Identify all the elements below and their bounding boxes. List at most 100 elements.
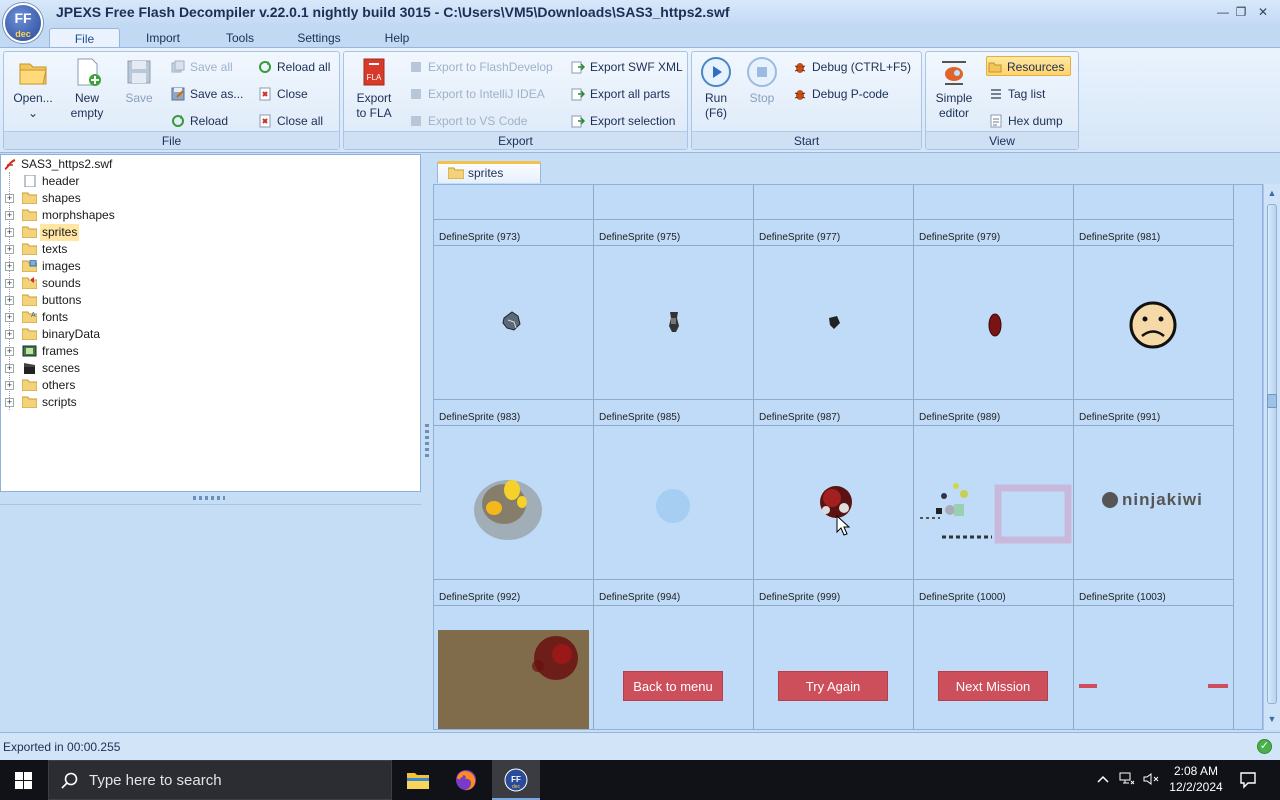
- restore-button[interactable]: ❐: [1232, 4, 1250, 20]
- sprite-cell[interactable]: [594, 185, 754, 220]
- reload-all-button[interactable]: Reload all: [257, 57, 330, 77]
- tree-item-fonts[interactable]: + A fonts: [1, 309, 420, 326]
- export-all-parts-button[interactable]: Export all parts: [570, 84, 670, 104]
- sprite-cell[interactable]: [754, 185, 914, 220]
- simple-editor-button[interactable]: Simple editor: [930, 56, 978, 121]
- sprite-grid[interactable]: DefineSprite (973) DefineSprite (975) De…: [433, 184, 1263, 730]
- start-button[interactable]: [0, 760, 48, 800]
- volume-icon[interactable]: [1140, 760, 1162, 800]
- ffdec-taskbar-button[interactable]: FF dec: [492, 760, 540, 800]
- close-button[interactable]: Close: [257, 84, 308, 104]
- tab-import[interactable]: Import: [135, 28, 191, 48]
- taskbar-search[interactable]: Type here to search: [48, 760, 392, 800]
- expand-icon[interactable]: +: [5, 279, 14, 288]
- sprite-cell[interactable]: DefineSprite (983): [434, 400, 594, 580]
- tree-item-scenes[interactable]: + scenes: [1, 360, 420, 377]
- expand-icon[interactable]: +: [5, 381, 14, 390]
- scroll-down-icon[interactable]: ▼: [1267, 714, 1277, 724]
- tree-item-shapes[interactable]: + shapes: [1, 190, 420, 207]
- resource-tree[interactable]: SAS3_https2.swf header + shapes + morphs…: [0, 154, 421, 492]
- open-button[interactable]: Open... ⌄: [8, 56, 58, 121]
- debug-button[interactable]: Debug (CTRL+F5): [792, 57, 911, 77]
- sprite-cell[interactable]: DefineSprite (994) Back to menu: [594, 580, 754, 729]
- tree-item-sounds[interactable]: + sounds: [1, 275, 420, 292]
- sprite-cell[interactable]: DefineSprite (992): [434, 580, 594, 729]
- export-intellij-button[interactable]: Export to IntelliJ IDEA: [408, 84, 545, 104]
- next-mission-button[interactable]: Next Mission: [938, 671, 1048, 701]
- tab-settings[interactable]: Settings: [286, 28, 352, 48]
- tree-item-header[interactable]: header: [1, 173, 420, 190]
- save-all-button[interactable]: Save all: [170, 57, 233, 77]
- back-to-menu-button[interactable]: Back to menu: [623, 671, 723, 701]
- tree-item-images[interactable]: + images: [1, 258, 420, 275]
- horizontal-splitter[interactable]: [0, 492, 421, 504]
- sprite-cell[interactable]: [434, 185, 594, 220]
- tree-item-scripts[interactable]: + scripts: [1, 394, 420, 411]
- minimize-button[interactable]: —: [1214, 4, 1232, 20]
- notifications-button[interactable]: [1236, 760, 1260, 800]
- expand-icon[interactable]: +: [5, 398, 14, 407]
- try-again-button[interactable]: Try Again: [778, 671, 888, 701]
- stop-button[interactable]: Stop: [744, 56, 780, 106]
- expand-icon[interactable]: +: [5, 347, 14, 356]
- expand-icon[interactable]: +: [5, 330, 14, 339]
- tree-item-buttons[interactable]: + buttons: [1, 292, 420, 309]
- sprite-cell[interactable]: [914, 185, 1074, 220]
- export-swf-xml-button[interactable]: Export SWF XML: [570, 57, 683, 77]
- sprite-cell[interactable]: DefineSprite (987): [754, 400, 914, 580]
- file-explorer-taskbar-button[interactable]: [394, 760, 442, 800]
- firefox-taskbar-button[interactable]: [442, 760, 490, 800]
- tree-item-morphshapes[interactable]: + morphshapes: [1, 207, 420, 224]
- tray-chevron-icon[interactable]: [1094, 760, 1112, 800]
- tag-list-button[interactable]: Tag list: [988, 84, 1045, 104]
- tree-item-binarydata[interactable]: + binaryData: [1, 326, 420, 343]
- tree-item-others[interactable]: + others: [1, 377, 420, 394]
- sprite-cell[interactable]: DefineSprite (975): [594, 220, 754, 400]
- tree-item-texts[interactable]: + texts: [1, 241, 420, 258]
- expand-icon[interactable]: +: [5, 262, 14, 271]
- sprite-cell[interactable]: DefineSprite (989): [914, 400, 1074, 580]
- close-all-button[interactable]: Close all: [257, 111, 323, 131]
- expand-icon[interactable]: +: [5, 364, 14, 373]
- expand-icon[interactable]: +: [5, 313, 14, 322]
- system-clock[interactable]: 2:08 AM 12/2/2024: [1163, 763, 1229, 795]
- run-button[interactable]: Run (F6): [698, 56, 734, 121]
- tab-file[interactable]: File: [49, 28, 120, 48]
- tab-sprites[interactable]: sprites: [437, 161, 541, 183]
- export-fla-button[interactable]: FLA Export to FLA: [350, 56, 398, 121]
- export-flashdevelop-button[interactable]: Export to FlashDevelop: [408, 57, 553, 77]
- save-button[interactable]: Save: [116, 56, 162, 106]
- sprite-cell[interactable]: DefineSprite (979): [914, 220, 1074, 400]
- sprite-cell[interactable]: DefineSprite (1003): [1074, 580, 1234, 729]
- scroll-thumb[interactable]: [1267, 204, 1277, 704]
- hex-dump-button[interactable]: Hex dump: [988, 111, 1063, 131]
- sprite-cell[interactable]: DefineSprite (999) Try Again: [754, 580, 914, 729]
- tab-tools[interactable]: Tools: [212, 28, 268, 48]
- expand-icon[interactable]: +: [5, 194, 14, 203]
- tree-item-frames[interactable]: + frames: [1, 343, 420, 360]
- sprite-cell[interactable]: [1074, 185, 1234, 220]
- network-icon[interactable]: [1116, 760, 1138, 800]
- resources-button[interactable]: Resources: [986, 56, 1072, 76]
- export-selection-button[interactable]: Export selection: [570, 111, 675, 131]
- tree-root[interactable]: SAS3_https2.swf: [1, 156, 420, 173]
- tree-item-sprites[interactable]: + sprites: [1, 224, 420, 241]
- expand-icon[interactable]: +: [5, 228, 14, 237]
- sprite-cell[interactable]: DefineSprite (1000) Next Mission: [914, 580, 1074, 729]
- app-logo-icon[interactable]: FF dec: [3, 3, 43, 43]
- sprite-cell[interactable]: DefineSprite (991) ninjakiwi: [1074, 400, 1234, 580]
- export-vscode-button[interactable]: Export to VS Code: [408, 111, 527, 131]
- scroll-up-icon[interactable]: ▲: [1267, 188, 1277, 198]
- vertical-scrollbar[interactable]: ▲ ▼: [1263, 184, 1280, 730]
- save-as-button[interactable]: Save as...: [170, 84, 243, 104]
- tab-help[interactable]: Help: [372, 28, 422, 48]
- expand-icon[interactable]: +: [5, 245, 14, 254]
- expand-icon[interactable]: +: [5, 296, 14, 305]
- reload-button[interactable]: Reload: [170, 111, 228, 131]
- sprite-cell[interactable]: DefineSprite (985): [594, 400, 754, 580]
- close-window-button[interactable]: ✕: [1254, 4, 1272, 20]
- sprite-cell[interactable]: DefineSprite (977): [754, 220, 914, 400]
- new-empty-button[interactable]: New empty: [64, 56, 110, 121]
- expand-icon[interactable]: +: [5, 211, 14, 220]
- sprite-cell[interactable]: DefineSprite (973): [434, 220, 594, 400]
